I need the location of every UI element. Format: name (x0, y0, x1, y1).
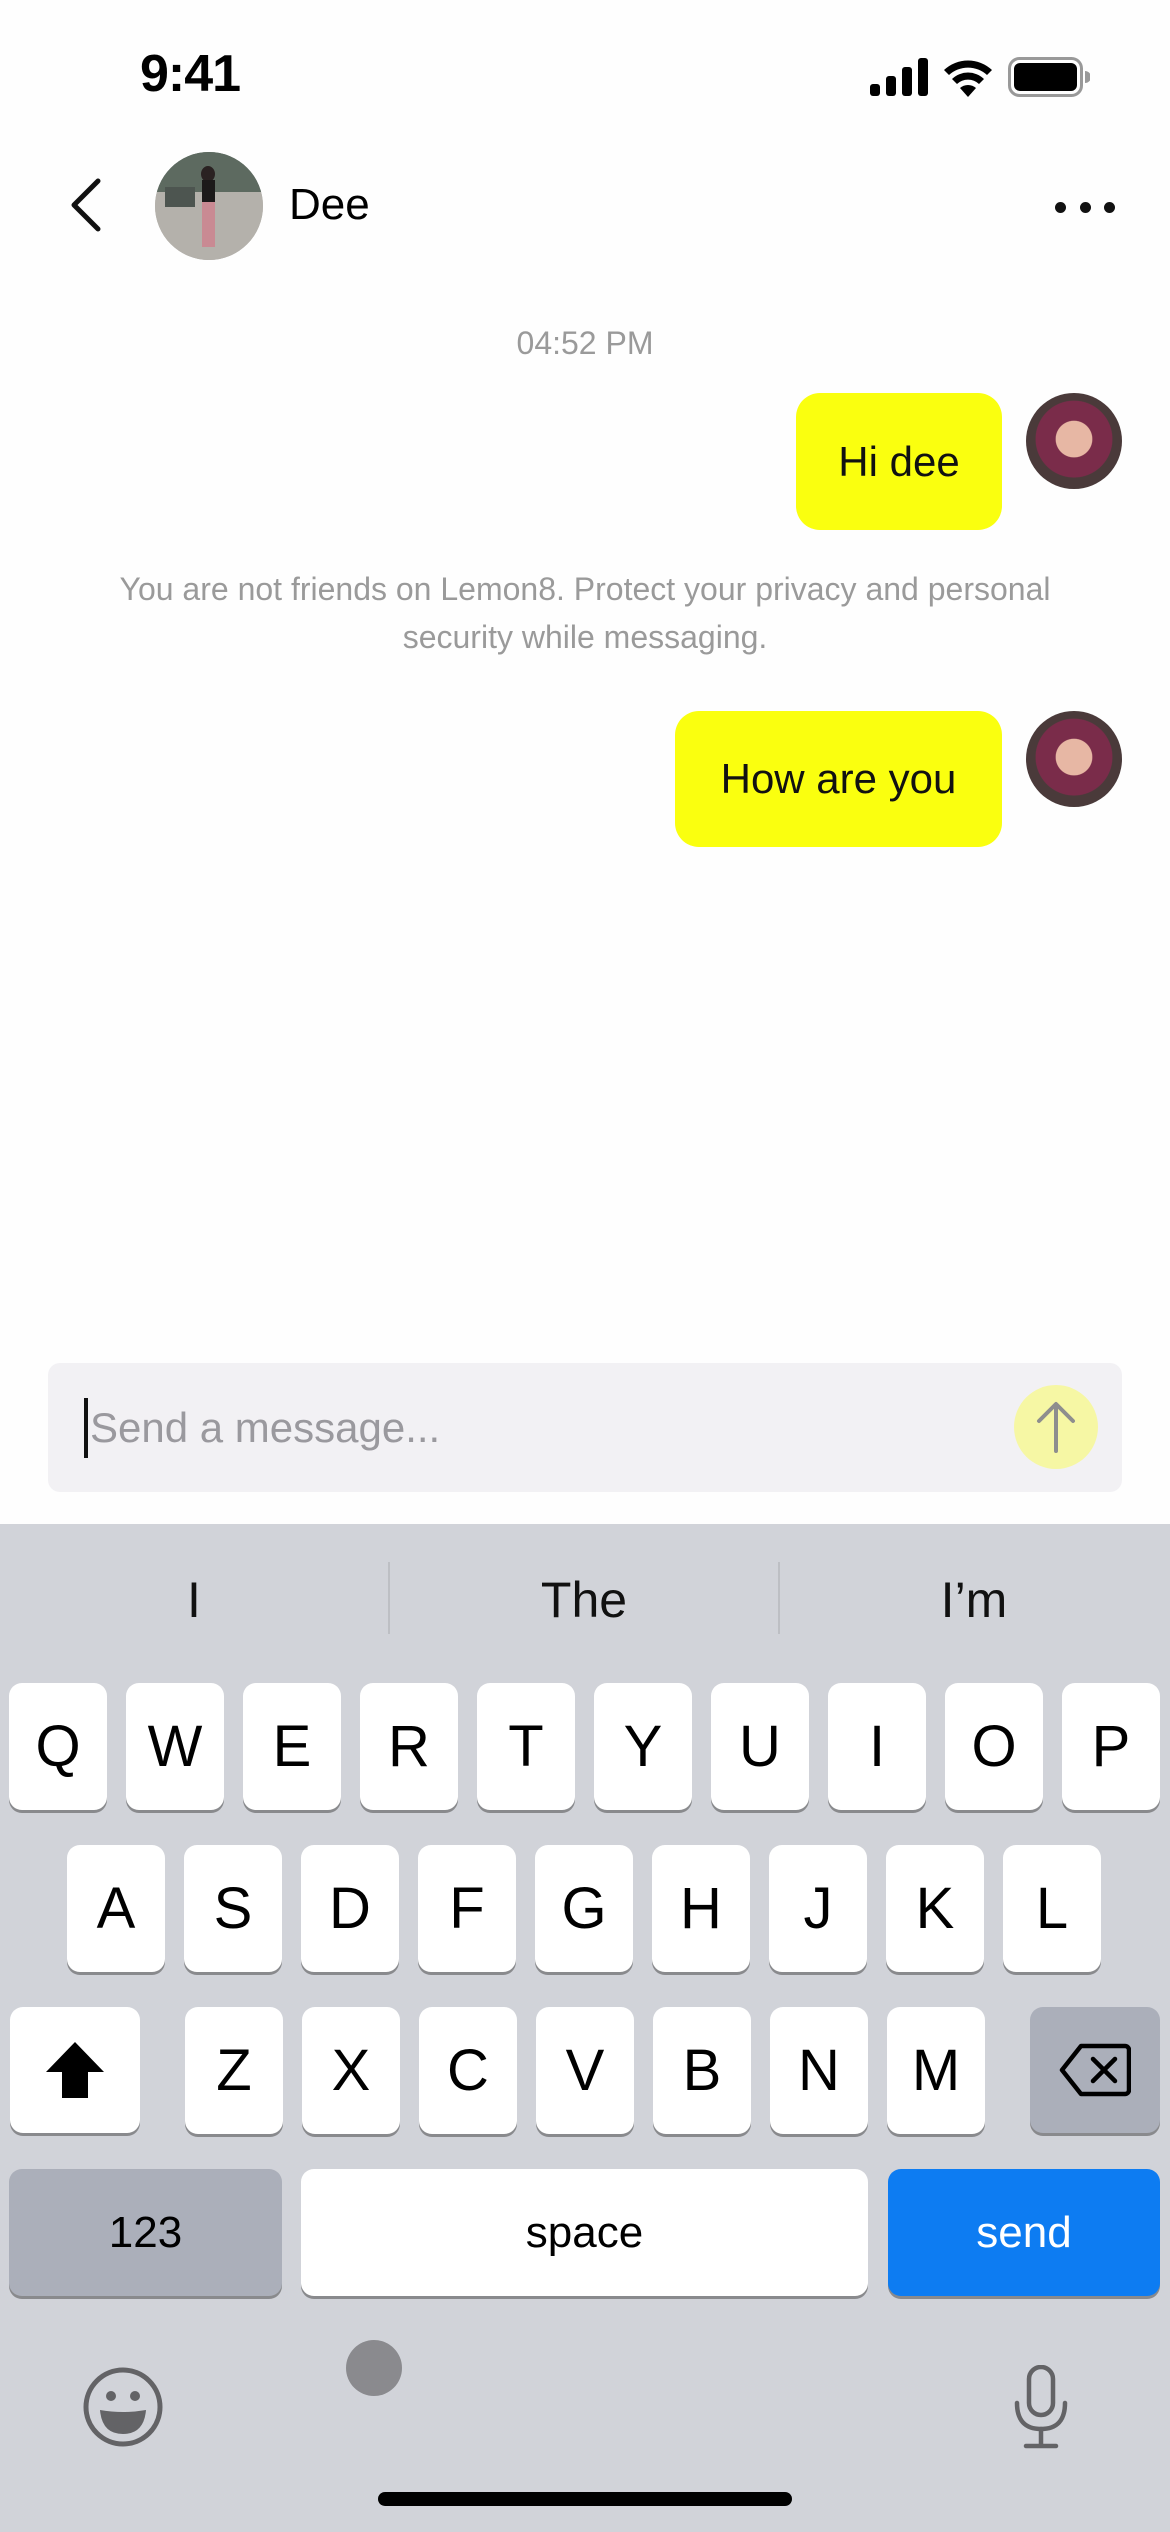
suggestion-3[interactable]: I’m (780, 1560, 1168, 1640)
message-bubble[interactable]: How are you (675, 711, 1002, 847)
emoji-button[interactable] (82, 2366, 164, 2453)
ellipsis-dot (1104, 201, 1115, 213)
key-i[interactable]: I (828, 1683, 926, 1810)
key-d[interactable]: D (301, 1845, 399, 1972)
key-s[interactable]: S (184, 1845, 282, 1972)
key-m[interactable]: M (887, 2007, 985, 2134)
my-avatar[interactable] (1026, 393, 1122, 489)
key-v[interactable]: V (536, 2007, 634, 2134)
key-p[interactable]: P (1062, 1683, 1160, 1810)
key-l[interactable]: L (1003, 1845, 1101, 1972)
key-j[interactable]: J (769, 1845, 867, 1972)
key-q[interactable]: Q (9, 1683, 107, 1810)
key-y[interactable]: Y (594, 1683, 692, 1810)
cursor-drag-handle[interactable] (346, 2340, 402, 2396)
suggestion-1[interactable]: I (0, 1560, 388, 1640)
microphone-icon (1014, 2364, 1068, 2449)
key-f[interactable]: F (418, 1845, 516, 1972)
key-g[interactable]: G (535, 1845, 633, 1972)
message-bubble[interactable]: Hi dee (796, 393, 1002, 530)
emoji-icon (83, 2367, 163, 2447)
status-time: 9:41 (140, 45, 241, 103)
key-e[interactable]: E (243, 1683, 341, 1810)
key-a[interactable]: A (67, 1845, 165, 1972)
message-timestamp: 04:52 PM (516, 325, 654, 361)
shift-key[interactable] (10, 2007, 140, 2133)
battery-icon (1008, 57, 1090, 97)
delete-backspace-icon (1059, 2043, 1131, 2097)
message-input[interactable] (90, 1390, 970, 1466)
delete-key[interactable] (1030, 2007, 1160, 2133)
text-cursor (84, 1398, 88, 1458)
numbers-key[interactable]: 123 (9, 2169, 282, 2296)
key-o[interactable]: O (945, 1683, 1043, 1810)
back-button[interactable] (62, 175, 112, 235)
home-indicator[interactable] (378, 2492, 792, 2506)
privacy-notice: You are not friends on Lemon8. Protect y… (119, 571, 1051, 655)
contact-name[interactable]: Dee (289, 180, 370, 230)
send-key[interactable]: send (888, 2169, 1160, 2296)
key-z[interactable]: Z (185, 2007, 283, 2134)
key-t[interactable]: T (477, 1683, 575, 1810)
key-b[interactable]: B (653, 2007, 751, 2134)
key-h[interactable]: H (652, 1845, 750, 1972)
ellipsis-icon (1055, 201, 1066, 213)
send-button[interactable] (1014, 1385, 1098, 1469)
key-k[interactable]: K (886, 1845, 984, 1972)
arrow-up-icon (1037, 1402, 1075, 1453)
key-c[interactable]: C (419, 2007, 517, 2134)
my-avatar[interactable] (1026, 711, 1122, 807)
message-text: How are you (720, 755, 957, 802)
ellipsis-dot (1079, 201, 1091, 213)
shift-icon (46, 2042, 104, 2098)
contact-photo (155, 152, 263, 260)
more-options-button[interactable] (1055, 195, 1115, 219)
chevron-left-icon (71, 178, 101, 232)
key-u[interactable]: U (711, 1683, 809, 1810)
wifi-icon (944, 60, 992, 97)
key-w[interactable]: W (126, 1683, 224, 1810)
suggestion-2[interactable]: The (390, 1560, 778, 1640)
space-key[interactable]: space (301, 2169, 868, 2296)
contact-avatar[interactable] (155, 152, 263, 260)
message-text: Hi dee (838, 437, 960, 485)
key-r[interactable]: R (360, 1683, 458, 1810)
key-x[interactable]: X (302, 2007, 400, 2134)
cellular-signal-icon (870, 58, 928, 96)
dictation-button[interactable] (1010, 2364, 1072, 2456)
key-n[interactable]: N (770, 2007, 868, 2134)
status-icons (870, 55, 1090, 99)
